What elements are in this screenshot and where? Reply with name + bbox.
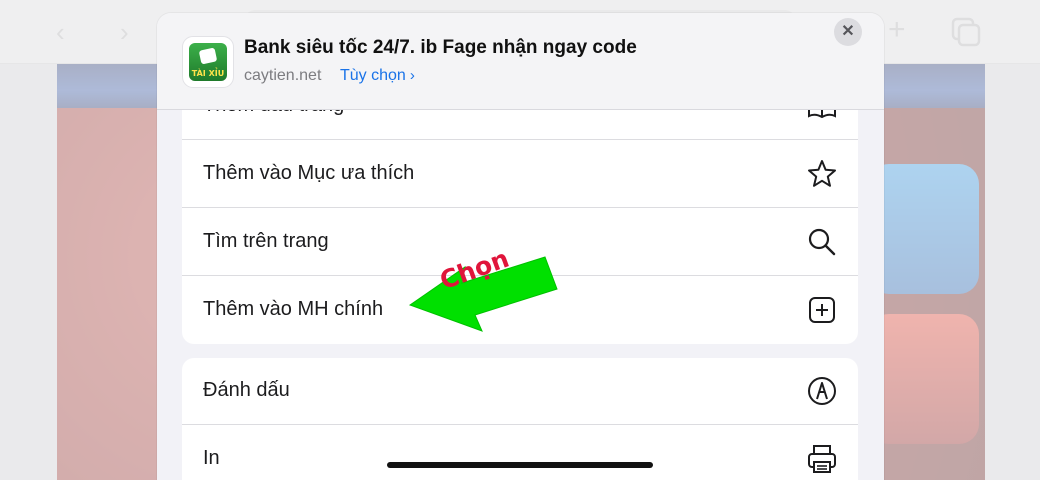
options-link[interactable]: Tùy chọn › (340, 67, 415, 85)
action-label: Tìm trên trang (203, 230, 329, 252)
close-icon: ✕ (841, 23, 855, 40)
action-label: In (203, 447, 220, 469)
action-print[interactable]: In (182, 426, 858, 480)
chevron-right-icon: › (409, 67, 415, 84)
action-markup[interactable]: Đánh dấu (182, 358, 858, 425)
site-icon: TÀI XỈU (182, 36, 234, 88)
markup-icon (808, 377, 836, 405)
star-icon (808, 160, 836, 187)
action-label: Đánh dấu (203, 379, 290, 401)
home-indicator (387, 462, 653, 468)
search-icon (808, 228, 836, 256)
action-label: Thêm vào MH chính (203, 298, 384, 320)
action-label: Thêm vào Mục ưa thích (203, 162, 415, 184)
share-sheet-header: TÀI XỈU Bank siêu tốc 24/7. ib Fage nhận… (157, 13, 884, 110)
printer-icon (808, 445, 836, 473)
share-domain: caytien.net (244, 67, 322, 84)
share-title: Bank siêu tốc 24/7. ib Fage nhận ngay co… (244, 37, 637, 58)
share-sheet: TÀI XỈU Bank siêu tốc 24/7. ib Fage nhận… (157, 13, 884, 480)
action-add-favorites[interactable]: Thêm vào Mục ưa thích (182, 141, 858, 208)
plus-square-icon (809, 297, 835, 323)
close-button[interactable]: ✕ (834, 18, 862, 46)
options-label: Tùy chọn (340, 67, 406, 84)
